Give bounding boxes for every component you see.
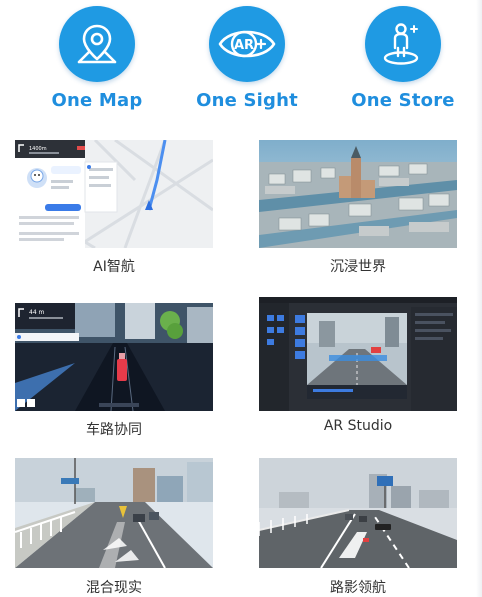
- feature-label: One Map: [51, 90, 143, 111]
- feature-label: One Sight: [196, 90, 298, 111]
- feature-one-map[interactable]: One Map: [42, 6, 152, 118]
- road-navigation-screenshot: [259, 458, 457, 568]
- tile-vehicle-road-collaboration[interactable]: 44 m 车路协同: [14, 303, 214, 439]
- feature-one-sight[interactable]: AR One Sight: [192, 6, 302, 118]
- tile-caption: AI智航: [93, 259, 135, 275]
- tile-immersive-world[interactable]: 沉浸世界: [258, 140, 458, 276]
- distance-text: 1400m: [29, 146, 47, 152]
- distance-text: 44 m: [29, 309, 45, 316]
- ar-icon-text: AR: [234, 38, 254, 53]
- right-edge-shadow: [476, 0, 482, 597]
- person-location-icon: [365, 6, 441, 82]
- vehicle-road-screenshot: 44 m: [15, 303, 213, 411]
- tile-ai-navigation[interactable]: 1400m AI智航: [14, 140, 214, 276]
- map-pin-icon: [59, 6, 135, 82]
- immersive-world-screenshot: [259, 140, 457, 248]
- tile-ar-studio[interactable]: AR Studio: [258, 297, 458, 434]
- ar-eye-icon: AR: [209, 6, 285, 82]
- feature-label: One Store: [351, 90, 455, 111]
- tile-caption: 车路协同: [86, 422, 142, 438]
- tile-caption: 沉浸世界: [330, 259, 386, 275]
- mixed-reality-screenshot: [15, 458, 213, 568]
- tile-mixed-reality[interactable]: 混合现实: [14, 458, 214, 597]
- tile-caption: AR Studio: [323, 418, 393, 434]
- tile-caption: 路影领航: [330, 580, 386, 596]
- ar-studio-screenshot: [259, 297, 457, 411]
- feature-one-store[interactable]: One Store: [348, 6, 458, 118]
- ai-navigation-screenshot: 1400m: [15, 140, 213, 248]
- tile-road-navigation[interactable]: 路影领航: [258, 458, 458, 597]
- tile-caption: 混合现实: [86, 580, 142, 596]
